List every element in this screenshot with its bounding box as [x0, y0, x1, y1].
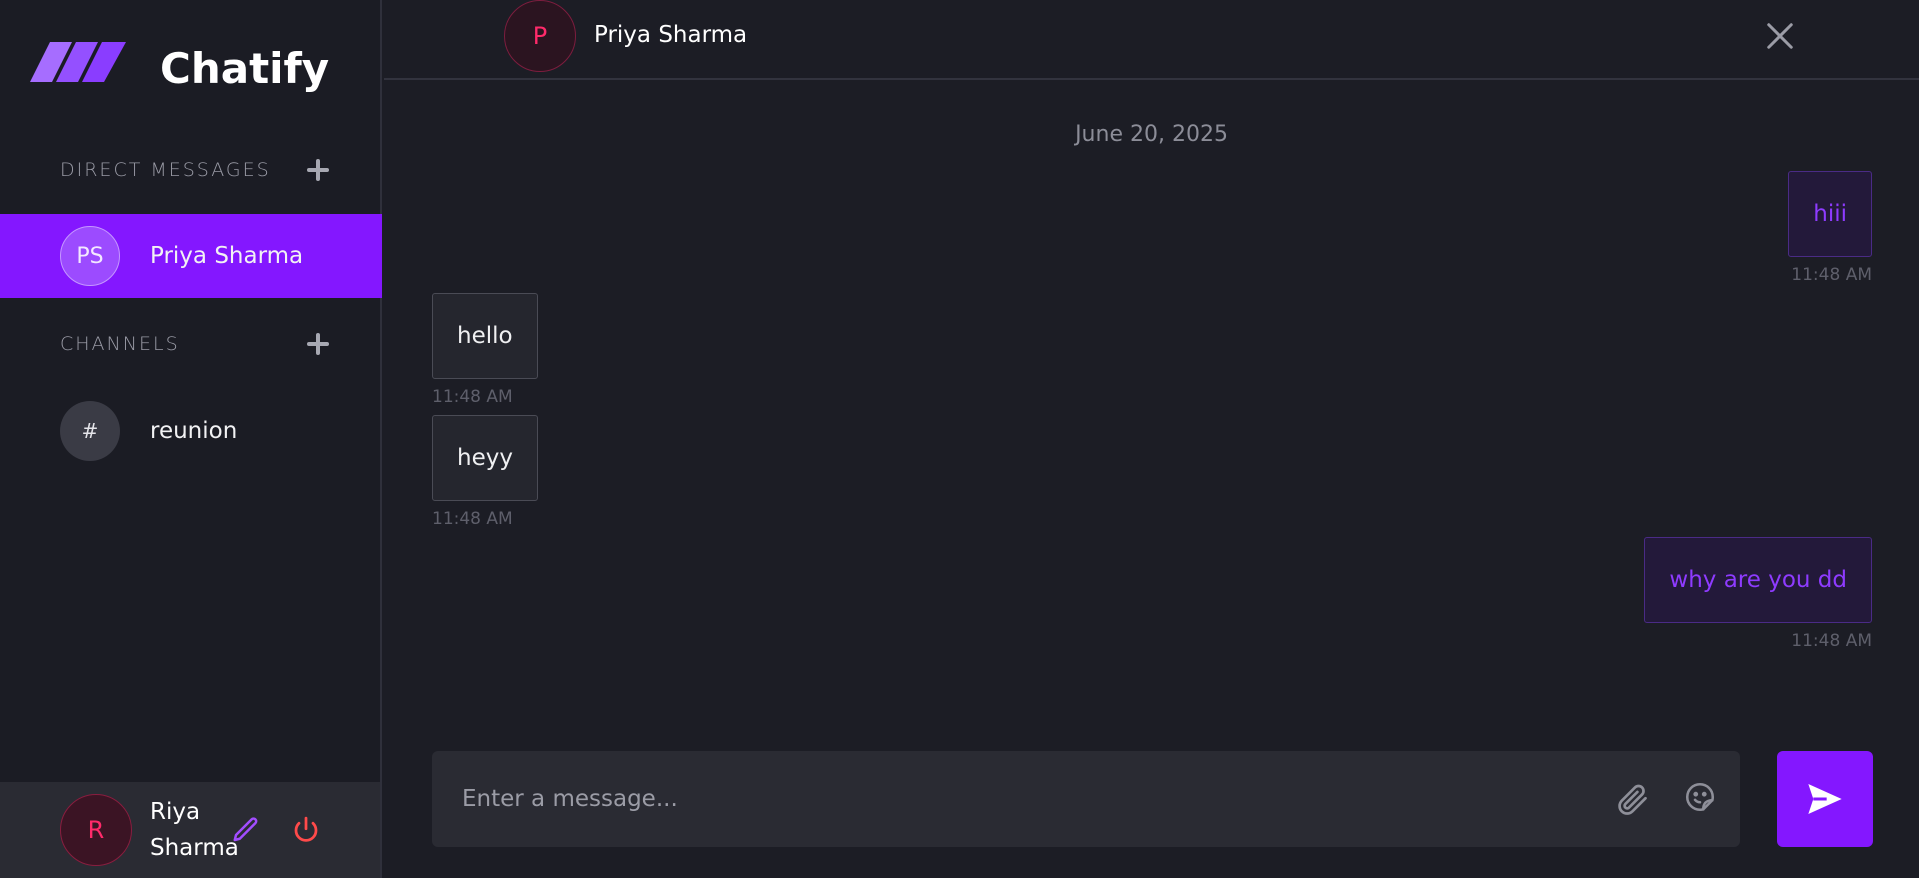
message-composer — [432, 751, 1740, 847]
sidebar-item-reunion[interactable]: # reunion — [0, 389, 382, 473]
chat-contact-name: Priya Sharma — [594, 22, 748, 48]
contact-name: Priya Sharma — [150, 243, 304, 269]
message-bubble[interactable]: hiii — [1788, 171, 1872, 257]
message-time: 11:48 AM — [432, 387, 513, 407]
chat-app: Chatify DIRECT MESSAGES PS Priya Sharma … — [0, 0, 1919, 878]
direct-messages-header: DIRECT MESSAGES — [60, 155, 330, 185]
logout-button[interactable] — [288, 812, 324, 848]
sidebar-item-priya-sharma[interactable]: PS Priya Sharma — [0, 214, 382, 298]
user-last-name: Sharma — [150, 835, 239, 861]
channel-name: reunion — [150, 418, 238, 444]
send-button[interactable] — [1777, 751, 1873, 847]
close-icon — [1767, 23, 1793, 49]
profile-bar: R Riya Sharma — [0, 782, 380, 878]
chat-panel: P Priya Sharma June 20, 2025 hiii 11:48 … — [384, 0, 1919, 878]
avatar: PS — [60, 226, 120, 286]
message-outgoing: why are you dd 11:48 AM — [1644, 537, 1872, 651]
message-outgoing: hiii 11:48 AM — [1788, 171, 1872, 285]
user-first-name: Riya — [150, 799, 201, 825]
app-name: Chatify — [160, 43, 330, 93]
message-bubble[interactable]: heyy — [432, 415, 538, 501]
message-time: 11:48 AM — [1791, 631, 1872, 651]
user-name: Riya Sharma — [150, 794, 239, 866]
send-icon — [1808, 784, 1842, 814]
user-avatar[interactable]: R — [60, 794, 132, 866]
date-divider: June 20, 2025 — [1075, 122, 1228, 147]
direct-messages-title: DIRECT MESSAGES — [60, 159, 271, 181]
hash-icon: # — [60, 401, 120, 461]
pencil-icon — [233, 817, 258, 842]
message-time: 11:48 AM — [1791, 265, 1872, 285]
paperclip-icon — [1618, 784, 1647, 815]
attach-button[interactable] — [1612, 779, 1652, 819]
add-channel-button[interactable] — [306, 332, 330, 356]
message-incoming: hello 11:48 AM — [432, 293, 538, 407]
message-time: 11:48 AM — [432, 509, 513, 529]
channels-title: CHANNELS — [60, 333, 180, 355]
message-bubble[interactable]: hello — [432, 293, 538, 379]
message-bubble[interactable]: why are you dd — [1644, 537, 1872, 623]
sidebar: Chatify DIRECT MESSAGES PS Priya Sharma … — [0, 0, 382, 878]
power-icon — [294, 816, 318, 842]
message-incoming: heyy 11:48 AM — [432, 415, 538, 529]
sticker-icon — [1685, 782, 1715, 812]
logo-icon — [30, 42, 126, 82]
add-direct-message-button[interactable] — [306, 158, 330, 182]
close-chat-button[interactable] — [1762, 18, 1798, 54]
contact-avatar[interactable]: P — [504, 0, 576, 72]
channels-header: CHANNELS — [60, 329, 330, 359]
message-input[interactable] — [462, 774, 1582, 824]
chat-header: P Priya Sharma — [384, 0, 1919, 80]
edit-profile-button[interactable] — [228, 812, 264, 848]
sticker-button[interactable] — [1680, 777, 1720, 817]
brand: Chatify — [30, 38, 329, 98]
